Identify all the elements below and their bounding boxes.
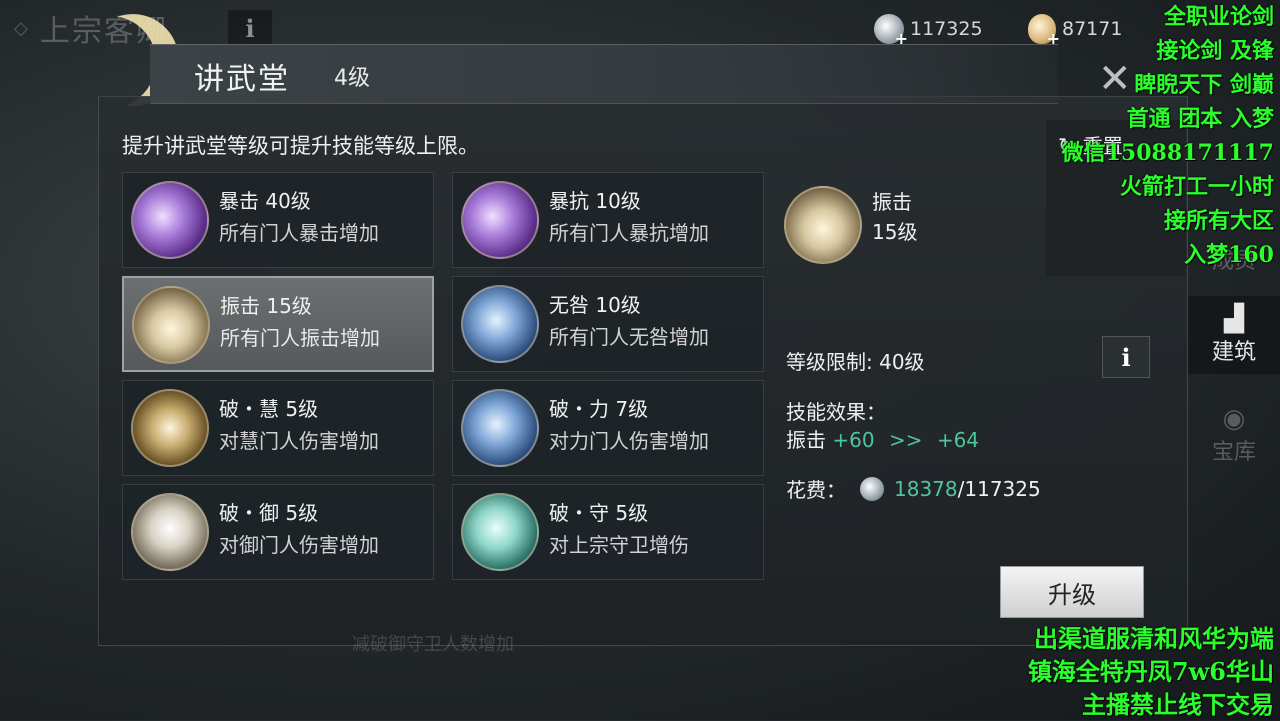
detail-skill-name: 振击	[872, 190, 912, 214]
cost-amount: 18378/117325	[894, 477, 1041, 501]
skill-card-break-defense[interactable]: 破・御 5级 对御门人伤害增加	[122, 484, 434, 580]
skill-effect: 对慧门人伤害增加	[219, 429, 379, 453]
overlay-line: 镇海全特丹凤7w6华山	[1027, 657, 1274, 686]
silver-coin-icon	[860, 476, 884, 501]
overlay-line: 主播禁止线下交易	[1082, 690, 1274, 719]
break-wisdom-icon	[131, 389, 209, 467]
effect-from: +60	[832, 428, 875, 452]
overlay-line: 入梦160	[1184, 242, 1274, 268]
treasury-icon: ◉	[1222, 404, 1246, 434]
stream-overlay-bottom: 出渠道服清和风华为端 镇海全特丹凤7w6华山 主播禁止线下交易	[1028, 622, 1274, 721]
skill-effect-value: 振击 +60 >> +64	[786, 424, 979, 453]
skill-effect: 所有门人振击增加	[220, 326, 380, 350]
skill-name: 破・守 5级	[549, 501, 649, 525]
skill-effect: 对上宗守卫增伤	[549, 533, 689, 557]
skill-card-shock-strike[interactable]: 振击 15级 所有门人振击增加	[122, 276, 434, 372]
diamond-icon: ◇	[14, 17, 30, 39]
blameless-icon	[461, 285, 539, 363]
upgrade-cost: 花费： 18378/117325	[786, 474, 1041, 503]
silver-currency[interactable]: 117325	[874, 14, 983, 48]
overlay-line: 微信15088171117	[1061, 140, 1274, 166]
gourd-icon	[1028, 14, 1060, 48]
skill-name: 振击 15级	[220, 294, 312, 318]
crit-resist-icon	[461, 181, 539, 259]
break-power-icon	[461, 389, 539, 467]
skill-effect: 所有门人暴击增加	[219, 221, 379, 245]
detail-shock-strike-icon	[784, 186, 862, 264]
effect-arrow: >>	[888, 428, 923, 452]
tab-building-label: 建筑	[1211, 340, 1256, 365]
dialog-level: 4级	[334, 66, 370, 91]
skill-effect: 对御门人伤害增加	[219, 533, 379, 557]
overlay-line: 出渠道服清和风华为端	[1034, 624, 1274, 653]
skill-card-crit-resist[interactable]: 暴抗 10级 所有门人暴抗增加	[452, 172, 764, 268]
building-icon: ▟	[1224, 304, 1244, 334]
tab-treasury[interactable]: ◉ 宝库	[1188, 396, 1280, 474]
dialog-title: 讲武堂	[194, 62, 290, 97]
dialog-description: 提升讲武堂等级可提升技能等级上限。	[122, 134, 479, 158]
crit-icon	[131, 181, 209, 259]
skill-name: 暴抗 10级	[549, 189, 641, 213]
break-guard-icon	[461, 493, 539, 571]
overlay-line: 首通 团本 入梦	[1126, 106, 1274, 132]
skill-card-break-wisdom[interactable]: 破・慧 5级 对慧门人伤害增加	[122, 380, 434, 476]
skill-card-break-power[interactable]: 破・力 7级 对力门人伤害增加	[452, 380, 764, 476]
skill-effect-label: 技能效果：	[786, 400, 886, 424]
overlay-line: 全职业论剑	[1163, 4, 1274, 30]
cost-label: 花费：	[786, 478, 846, 502]
faded-background-text: 减破御守卫人数增加	[352, 634, 514, 655]
skill-effect: 所有门人无咎增加	[549, 325, 709, 349]
upgrade-button[interactable]: 升级	[1000, 566, 1144, 618]
info-button[interactable]: i	[1102, 336, 1150, 378]
break-defense-icon	[131, 493, 209, 571]
cost-total: /117325	[957, 476, 1041, 501]
tab-treasury-label: 宝库	[1211, 440, 1256, 465]
skill-name: 破・御 5级	[219, 501, 319, 525]
skill-name: 破・力 7级	[549, 397, 649, 421]
skill-name: 破・慧 5级	[219, 397, 319, 421]
background-info-button[interactable]: i	[228, 10, 272, 46]
effect-stat: 振击	[786, 428, 826, 452]
silver-coin-icon	[874, 14, 908, 48]
skill-card-break-guard[interactable]: 破・守 5级 对上宗守卫增伤	[452, 484, 764, 580]
skill-effect: 对力门人伤害增加	[549, 429, 709, 453]
overlay-line: 睥睨天下 剑巅	[1134, 72, 1274, 98]
detail-skill-level: 15级	[872, 220, 918, 244]
effect-to: +64	[936, 428, 980, 452]
shock-strike-icon	[132, 286, 210, 364]
cost-current: 18378	[894, 476, 958, 501]
skill-name: 无咎 10级	[549, 293, 641, 317]
skill-card-crit[interactable]: 暴击 40级 所有门人暴击增加	[122, 172, 434, 268]
level-limit: 等级限制: 40级	[786, 350, 925, 374]
skill-card-blameless[interactable]: 无咎 10级 所有门人无咎增加	[452, 276, 764, 372]
overlay-line: 接所有大区	[1163, 208, 1274, 234]
tab-building[interactable]: ▟ 建筑	[1188, 296, 1280, 374]
overlay-line: 火箭打工一小时	[1119, 174, 1274, 200]
overlay-line: 接论剑 及锋	[1156, 38, 1274, 64]
skill-effect: 所有门人暴抗增加	[549, 221, 709, 245]
stream-overlay-top: 全职业论剑 接论剑 及锋 睥睨天下 剑巅 首通 团本 入梦 微信15088171…	[1062, 0, 1274, 272]
skill-name: 暴击 40级	[219, 189, 311, 213]
silver-amount: 117325	[910, 18, 983, 40]
